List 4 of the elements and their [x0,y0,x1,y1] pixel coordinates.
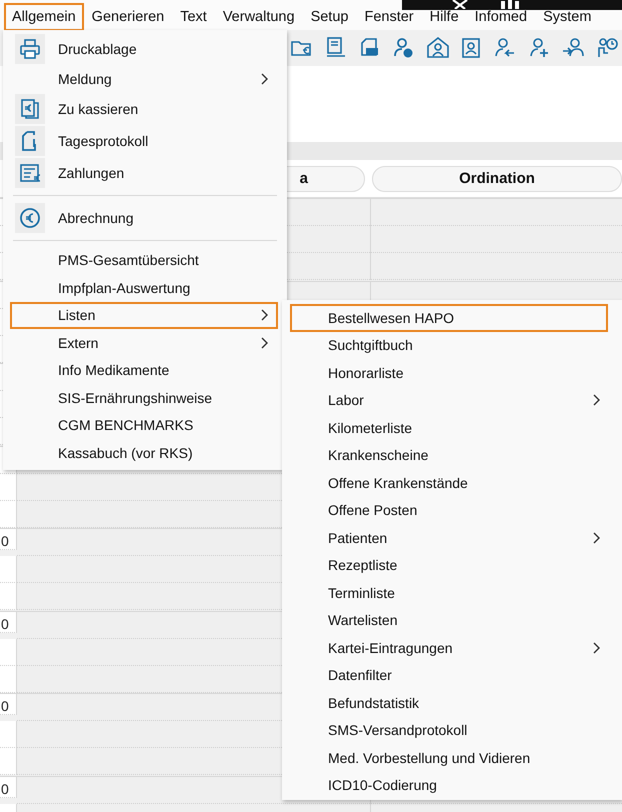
time-label: 0 [0,612,17,632]
time-label: 0 [0,529,17,550]
time-label: 0 [0,694,17,715]
time-label: 0 [0,776,17,798]
